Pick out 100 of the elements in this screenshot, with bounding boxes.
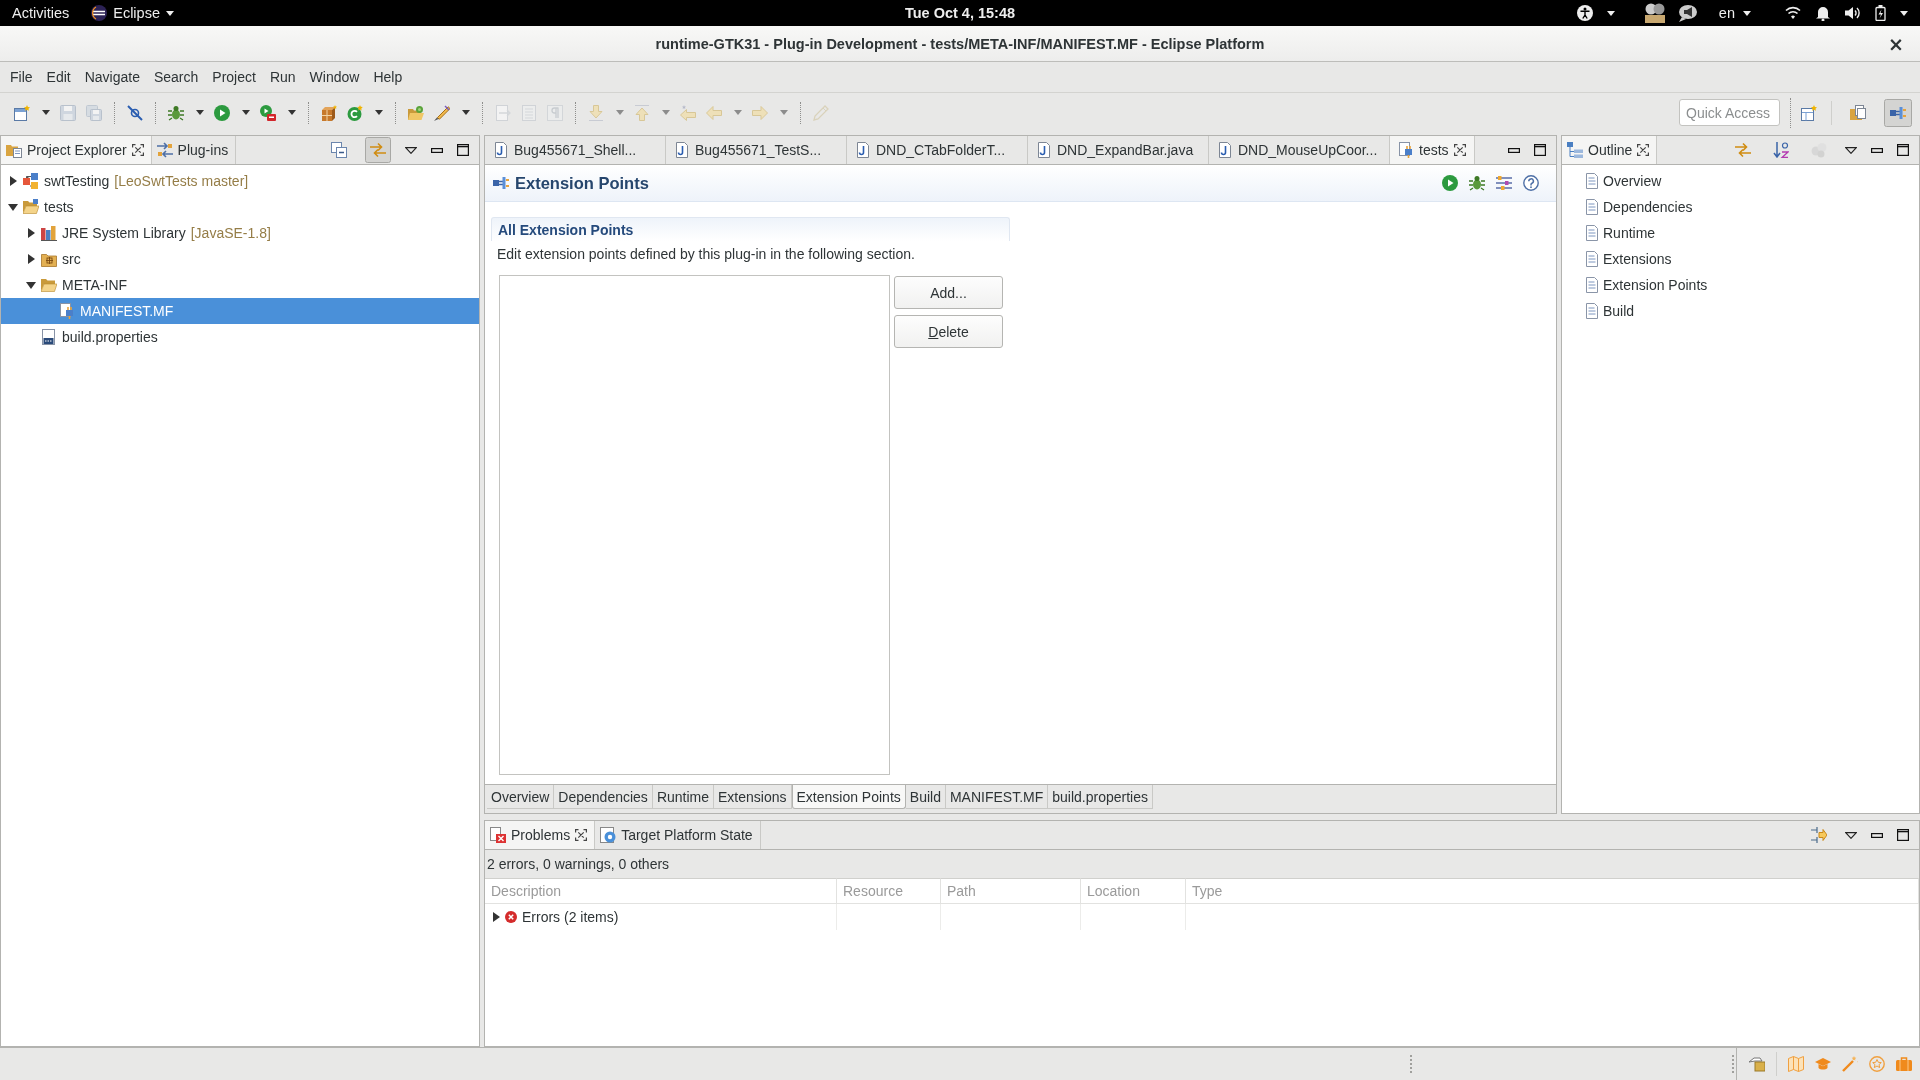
maximize-icon[interactable]	[1897, 144, 1909, 156]
section-title[interactable]: All Extension Points	[491, 217, 1010, 241]
outline-item[interactable]: Overview	[1562, 168, 1662, 194]
caret-icon[interactable]	[288, 110, 296, 115]
view-menu-icon[interactable]	[405, 146, 417, 154]
star-badge-icon[interactable]	[1869, 1056, 1885, 1072]
battery-icon[interactable]	[1875, 5, 1886, 21]
tree-item[interactable]: src	[1, 246, 89, 272]
page-tab[interactable]: Overview	[487, 785, 555, 809]
new-window-icon[interactable]	[14, 104, 30, 121]
caret-icon[interactable]	[1743, 10, 1751, 16]
caret-icon[interactable]	[375, 110, 383, 115]
app-menu[interactable]: Eclipse	[87, 0, 178, 26]
maximize-icon[interactable]	[1534, 144, 1546, 156]
menu-item[interactable]: Run	[262, 66, 303, 88]
triangle-right-icon[interactable]	[493, 912, 500, 922]
clock[interactable]: Tue Oct 4, 15:48	[904, 5, 1016, 21]
editor-tab[interactable]: Bug455671_Shell...	[485, 136, 666, 164]
tree-item[interactable]: swtTesting [LeoSwtTests master]	[1, 168, 257, 194]
triangle-right-icon[interactable]	[27, 228, 35, 238]
close-icon[interactable]	[575, 829, 588, 841]
collapse-all-icon[interactable]	[331, 142, 347, 158]
caret-icon[interactable]	[42, 110, 50, 115]
editor-tab[interactable]: DND_CTabFolderT...	[847, 136, 1028, 164]
help-icon[interactable]	[1523, 175, 1539, 191]
wifi-icon[interactable]	[1785, 5, 1801, 21]
page-tab[interactable]: Dependencies	[554, 785, 653, 809]
sort-icon[interactable]	[1773, 142, 1789, 158]
caret-icon[interactable]	[462, 110, 470, 115]
minimize-icon[interactable]	[1508, 147, 1520, 153]
tree-item[interactable]: JRE System Library [JavaSE-1.8]	[1, 220, 279, 246]
indicator-icon[interactable]	[1644, 3, 1665, 23]
caret-icon[interactable]	[1606, 10, 1615, 16]
view-tab[interactable]: Outline	[1562, 136, 1658, 164]
view-menu-icon[interactable]	[1845, 831, 1857, 839]
slashed-circle-icon[interactable]	[127, 104, 143, 121]
action-button[interactable]: Add...	[894, 276, 1003, 309]
editor-tab[interactable]: DND_ExpandBar.java	[1028, 136, 1209, 164]
triangle-right-icon[interactable]	[9, 176, 17, 186]
view-tab[interactable]: Target Platform State	[595, 821, 761, 849]
tree-item[interactable]: tests	[1, 194, 82, 220]
page-tab[interactable]: Runtime	[652, 785, 714, 809]
package-icon[interactable]	[321, 104, 337, 121]
maximize-icon[interactable]	[457, 144, 469, 156]
bug-icon[interactable]	[1469, 175, 1485, 191]
menu-item[interactable]: Navigate	[77, 66, 147, 88]
menu-item[interactable]: File	[3, 66, 40, 88]
tree-item[interactable]: build.properties	[1, 324, 166, 350]
caret-icon[interactable]	[1900, 10, 1908, 16]
page-tab[interactable]: Extensions	[714, 785, 792, 809]
open-perspective-icon[interactable]	[1801, 104, 1817, 121]
editor-tab[interactable]: Bug455671_TestS...	[666, 136, 847, 164]
triangle-down-icon[interactable]	[26, 281, 36, 289]
triangle-right-icon[interactable]	[27, 254, 35, 264]
menu-item[interactable]: Edit	[39, 66, 78, 88]
outline-item[interactable]: Extensions	[1562, 246, 1672, 272]
minimize-icon[interactable]	[431, 147, 443, 153]
page-tab[interactable]: Build	[905, 785, 946, 809]
play-icon[interactable]	[1442, 175, 1458, 191]
menu-item[interactable]: Help	[366, 66, 410, 88]
quick-access-field[interactable]: Quick Access	[1679, 99, 1780, 126]
tray-icon[interactable]	[1749, 1056, 1765, 1072]
caret-icon[interactable]	[242, 110, 250, 115]
problem-group[interactable]: Errors (2 items)	[485, 904, 837, 930]
view-menu-icon[interactable]	[1845, 146, 1857, 154]
page-tab[interactable]: MANIFEST.MF	[945, 785, 1049, 809]
triangle-down-icon[interactable]	[8, 203, 18, 211]
close-icon[interactable]	[1637, 144, 1650, 156]
view-tab[interactable]: Plug-ins	[151, 136, 237, 164]
tree-item[interactable]: META-INF	[1, 272, 136, 298]
close-button[interactable]: ×	[1884, 32, 1908, 55]
accessibility-icon[interactable]	[1576, 5, 1593, 21]
maximize-icon[interactable]	[1897, 829, 1909, 841]
action-button[interactable]: Delete	[894, 315, 1003, 348]
refresh-icon[interactable]	[347, 104, 363, 121]
outline-item[interactable]: Extension Points	[1562, 272, 1708, 298]
view-tab[interactable]: Problems	[485, 821, 596, 849]
bug-icon[interactable]	[168, 104, 184, 121]
language-menu[interactable]: en	[1718, 5, 1735, 21]
close-icon[interactable]	[131, 144, 144, 156]
plug-icon[interactable]	[1884, 98, 1912, 127]
close-icon[interactable]	[1453, 144, 1466, 156]
pen-icon[interactable]	[434, 104, 450, 121]
sliders-icon[interactable]	[1496, 175, 1512, 191]
outline-item[interactable]: Runtime	[1562, 220, 1656, 246]
play-toolbox-icon[interactable]	[260, 104, 276, 121]
menu-item[interactable]: Window	[302, 66, 367, 88]
caret-icon[interactable]	[196, 110, 204, 115]
editor-tab[interactable]: tests	[1390, 136, 1475, 164]
outline-item[interactable]: Build	[1562, 298, 1635, 324]
minimize-icon[interactable]	[1871, 147, 1883, 153]
folder-icon[interactable]	[408, 104, 424, 121]
activities-button[interactable]: Activities	[0, 0, 82, 26]
folder-pages-icon[interactable]	[1850, 104, 1866, 121]
outline-item[interactable]: Dependencies	[1562, 194, 1693, 220]
menu-item[interactable]: Search	[146, 66, 206, 88]
minimize-icon[interactable]	[1871, 832, 1883, 838]
menu-item[interactable]: Project	[205, 66, 263, 88]
page-tab[interactable]: build.properties	[1048, 785, 1153, 809]
view-tab[interactable]: Project Explorer	[1, 136, 152, 164]
